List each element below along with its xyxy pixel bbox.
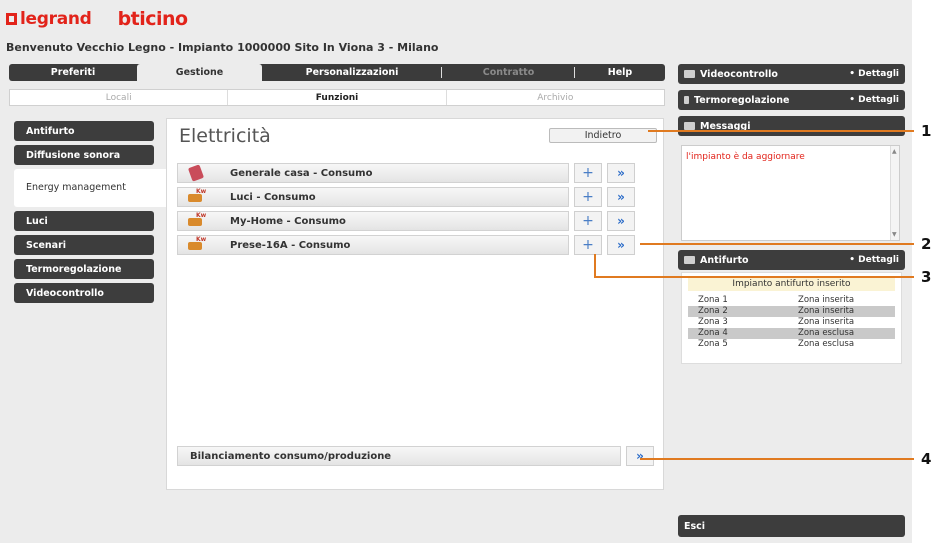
row-label: Generale casa - Consumo [230,167,373,179]
alarm-status: Impianto antifurto inserito [688,277,895,291]
row-label: Prese-16A - Consumo [230,239,351,251]
termoregolazione-details-link[interactable]: • Dettagli [849,95,899,105]
main-tabs: Preferiti Gestione Personalizzazioni Con… [9,64,665,81]
welcome-text: Benvenuto Vecchio Legno - Impianto 10000… [6,41,439,54]
zone-row: Zona 5 Zona esclusa [698,339,855,349]
main-panel: Elettricità Indietro Generale casa - Con… [166,118,664,490]
details-button[interactable]: » [607,187,635,207]
row-label-box[interactable]: Kw Luci - Consumo [177,187,569,207]
tab-help[interactable]: Help [575,64,665,81]
back-button[interactable]: Indietro [549,128,657,143]
antifurto-bar: Antifurto • Dettagli [678,250,905,270]
sidebar-item-diffusione-sonora[interactable]: Diffusione sonora [14,145,154,165]
consumption-list: Generale casa - Consumo + » Kw Luci - Co… [177,163,657,259]
sidebar-item-energy-management[interactable]: Energy management [14,169,170,207]
camera-icon [684,70,695,78]
subtab-archivio[interactable]: Archivio [447,90,664,105]
sidebar-item-videocontrollo[interactable]: Videocontrollo [14,283,154,303]
callout-line-1 [648,130,914,132]
graph-button[interactable]: + [574,235,602,255]
termoregolazione-title: Termoregolazione [694,94,790,106]
graph-button[interactable]: + [574,163,602,183]
row-label-box[interactable]: Kw My-Home - Consumo [177,211,569,231]
zone-row: Zona 2 Zona inserita [688,306,895,317]
zone-row: Zona 1 Zona inserita [698,295,855,305]
sub-tabs: Locali Funzioni Archivio [9,89,665,106]
callout-number-4: 4 [921,450,932,468]
page-title: Elettricità [179,125,271,147]
sidebar-item-termoregolazione[interactable]: Termoregolazione [14,259,154,279]
row-label-box[interactable]: Kw Prese-16A - Consumo [177,235,569,255]
plug-icon: Kw [188,212,210,228]
list-item: Kw My-Home - Consumo + » [177,211,657,231]
graph-button[interactable]: + [574,211,602,231]
sidebar-item-antifurto[interactable]: Antifurto [14,121,154,141]
bticino-logo: bticino [117,8,189,30]
callout-line-3 [594,276,914,278]
details-button[interactable]: » [607,211,635,231]
videocontrollo-bar: Videocontrollo • Dettagli [678,64,905,84]
sidebar-menu: Antifurto Diffusione sonora Energy manag… [14,121,170,307]
balance-row: Bilanciamento consumo/produzione » [177,446,657,466]
details-button[interactable]: » [607,163,635,183]
videocontrollo-title: Videocontrollo [700,68,778,80]
row-label-box[interactable]: Generale casa - Consumo [177,163,569,183]
callout-line-3-vertical [594,254,596,277]
meter-icon [187,164,210,182]
plug-icon: Kw [188,236,210,252]
list-item: Generale casa - Consumo + » [177,163,657,183]
messages-scrollbar[interactable]: ▲ ▼ [890,146,899,240]
subtab-funzioni[interactable]: Funzioni [228,90,447,105]
sidebar-item-luci[interactable]: Luci [14,211,154,231]
callout-number-2: 2 [921,235,932,253]
tab-personalizzazioni[interactable]: Personalizzazioni [262,64,442,81]
tab-preferiti[interactable]: Preferiti [9,64,137,81]
thermometer-icon [684,96,689,104]
zone-row: Zona 4 Zona esclusa [688,328,895,339]
messages-box: l'impianto è da aggiornare ▲ ▼ [681,145,900,241]
legrand-logo: legrand [6,9,92,29]
antifurto-title: Antifurto [700,254,749,266]
row-label: My-Home - Consumo [230,215,346,227]
callout-number-3: 3 [921,268,932,286]
scroll-up-icon[interactable]: ▲ [892,148,897,155]
exit-button[interactable]: Esci [678,515,905,537]
balance-label[interactable]: Bilanciamento consumo/produzione [177,446,621,466]
balance-details-button[interactable]: » [626,446,654,466]
list-item: Kw Prese-16A - Consumo + » [177,235,657,255]
list-item: Kw Luci - Consumo + » [177,187,657,207]
callout-line-4 [640,458,914,460]
envelope-icon [684,122,695,130]
row-label: Luci - Consumo [230,191,316,203]
plug-icon: Kw [188,188,210,204]
tab-contratto: Contratto [442,64,575,81]
logo-bar: legrand bticino [6,6,188,32]
lock-icon [684,256,695,264]
app-window: legrand bticino Benvenuto Vecchio Legno … [0,0,912,543]
tab-gestione[interactable]: Gestione [137,64,262,81]
antifurto-details-link[interactable]: • Dettagli [849,255,899,265]
scroll-down-icon[interactable]: ▼ [892,231,897,238]
details-button[interactable]: » [607,235,635,255]
callout-number-1: 1 [921,122,932,140]
subtab-locali[interactable]: Locali [10,90,229,105]
graph-button[interactable]: + [574,187,602,207]
sidebar-item-scenari[interactable]: Scenari [14,235,154,255]
messaggi-bar: Messaggi [678,116,905,136]
message-text: l'impianto è da aggiornare [686,152,805,162]
zone-row: Zona 3 Zona inserita [698,317,855,327]
videocontrollo-details-link[interactable]: • Dettagli [849,69,899,79]
antifurto-panel: Impianto antifurto inserito Zona 1 Zona i… [681,272,902,364]
termoregolazione-bar: Termoregolazione • Dettagli [678,90,905,110]
callout-line-2 [640,243,914,245]
